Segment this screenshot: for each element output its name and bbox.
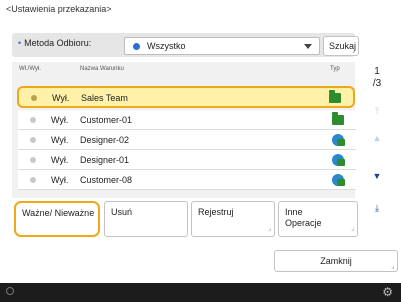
bullet-icon: • [18,38,22,48]
row-onoff: Wył. [51,155,69,165]
row-name: Sales Team [81,93,128,103]
row-name: Customer-01 [80,115,133,125]
column-onoff: Wł./Wył. [19,66,41,72]
close-label: Zamknij [320,256,352,266]
other-operations-label: Inne Operacje [285,207,322,228]
globe-folder-icon [332,154,345,166]
method-label: • Metoda Odbioru: [18,38,91,48]
column-type: Typ [330,66,340,72]
settings-counter-icon[interactable]: ⚙ [382,285,393,299]
down-arrow-icon: ▼ [372,171,382,181]
scroll-top-button[interactable]: ⤒ [366,101,388,121]
toggle-valid-label: Ważne/ Nieważne [22,208,95,218]
corner-arrow-icon: ⌟ [351,226,354,232]
status-bar: ⚙ [0,283,401,302]
search-button[interactable]: Szukaj ⌟ [323,36,359,56]
folder-icon-shape [329,90,341,103]
status-bullet-icon [30,157,36,163]
scroll-up-button[interactable]: ▲ [366,128,388,148]
chevron-down-icon [304,44,312,49]
folder-icon [332,112,344,126]
row-onoff: Wył. [52,93,70,103]
status-bullet-icon [30,117,36,123]
method-select[interactable]: Wszystko [124,37,320,55]
scroll-bottom-icon: ⤓ [375,202,379,213]
list-row[interactable]: Wył. Designer-02 [18,130,356,150]
toggle-valid-button[interactable]: Ważne/ Nieważne [14,201,100,237]
row-name: Customer-08 [80,175,133,185]
globe-folder-icon-shape [332,174,345,186]
status-bullet-icon [30,137,36,143]
status-bullet-icon [31,95,37,101]
list-row[interactable]: Wył. Designer-01 [18,150,356,170]
list-row[interactable]: Wył. Customer-08 [18,170,356,190]
scroll-down-button[interactable]: ▼ [366,166,388,186]
globe-folder-icon [332,174,345,186]
page-indicator: 1 /3 [370,66,384,90]
folder-icon [329,90,341,104]
corner-arrow-icon: ⌟ [268,226,271,232]
globe-folder-icon-shape [332,134,345,146]
column-name: Nazwa Warunku [80,66,124,72]
list-header: Wł./Wył. Nazwa Warunku Typ [19,66,349,76]
list-row[interactable]: Wył. Sales Team [17,86,355,108]
up-arrow-icon: ▲ [372,133,382,143]
method-label-text: Metoda Odbioru: [24,38,92,48]
globe-folder-icon-shape [332,154,345,166]
globe-folder-icon [332,134,345,146]
delete-label: Usuń [111,207,133,217]
scroll-bottom-button[interactable]: ⤓ [366,198,388,218]
page-total: /3 [372,78,382,89]
page-current: 1 [374,66,380,77]
globe-dot-icon [133,43,140,50]
status-icon [6,287,14,295]
row-name: Designer-02 [80,135,130,145]
other-operations-button[interactable]: Inne Operacje ⌟ [278,201,358,237]
close-button[interactable]: Zamknij ⌟ [274,250,398,272]
delete-button[interactable]: Usuń [104,201,188,237]
method-select-value: Wszystko [147,41,186,51]
register-label: Rejestruj [198,207,234,217]
corner-arrow-icon: ⌟ [352,48,355,54]
status-bullet-icon [30,177,36,183]
list-row[interactable]: Wył. Customer-01 [18,110,356,130]
row-onoff: Wył. [51,175,69,185]
row-onoff: Wył. [51,115,69,125]
folder-icon-shape [332,112,344,125]
row-name: Designer-01 [80,155,130,165]
row-onoff: Wył. [51,135,69,145]
register-button[interactable]: Rejestruj ⌟ [191,201,275,237]
page-title: <Ustawienia przekazania> [6,4,112,14]
corner-arrow-icon: ⌟ [391,264,394,270]
scroll-top-icon: ⤒ [375,105,379,116]
